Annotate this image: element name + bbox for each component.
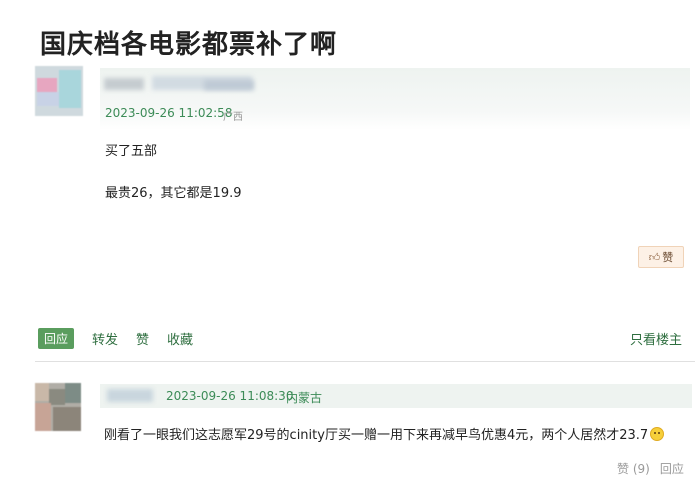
collect-link[interactable]: 收藏	[167, 329, 193, 348]
post-text-line: 最贵26，其它都是19.9	[105, 186, 242, 201]
avatar[interactable]	[35, 66, 83, 116]
comment-reply-link[interactable]: 回应	[660, 460, 684, 477]
thread-title: 国庆档各电影都票补了啊	[40, 30, 338, 60]
username-blurred	[204, 80, 254, 90]
username-blurred[interactable]	[104, 78, 144, 90]
reply-button[interactable]: 回应	[38, 327, 75, 349]
comment-timestamp: 2023-09-26 11:08:30	[166, 389, 294, 403]
post-timestamp: 2023-09-26 11:02:58	[105, 106, 233, 120]
comment-text-content: 刚看了一眼我们这志愿军29号的cinity厅买一赠一用下来再减早鸟优惠4元，两个…	[104, 428, 649, 443]
avatar[interactable]	[35, 383, 81, 431]
post-action-bar: 回应 转发 赞 收藏	[38, 327, 211, 349]
like-button[interactable]: 👍︎ 赞	[638, 246, 684, 268]
like-label: 赞	[662, 251, 674, 264]
smiley-icon	[650, 427, 665, 441]
comment-text: 刚看了一眼我们这志愿军29号的cinity厅买一赠一用下来再减早鸟优惠4元，两个…	[104, 424, 665, 443]
like-link[interactable]: 赞	[136, 329, 149, 348]
comment-location: 内蒙古	[286, 391, 323, 405]
post-location: 广西	[223, 112, 243, 123]
comment-footer: 赞 (9) 回应	[617, 460, 684, 477]
post-text-line: 买了五部	[105, 144, 158, 159]
username-blurred[interactable]	[107, 389, 153, 402]
forward-link[interactable]: 转发	[92, 329, 118, 348]
comment-like-count[interactable]: 赞 (9)	[617, 460, 650, 477]
thumbs-up-icon: 👍︎	[648, 250, 661, 264]
divider	[35, 361, 695, 362]
only-host-link[interactable]: 只看楼主	[630, 329, 682, 348]
